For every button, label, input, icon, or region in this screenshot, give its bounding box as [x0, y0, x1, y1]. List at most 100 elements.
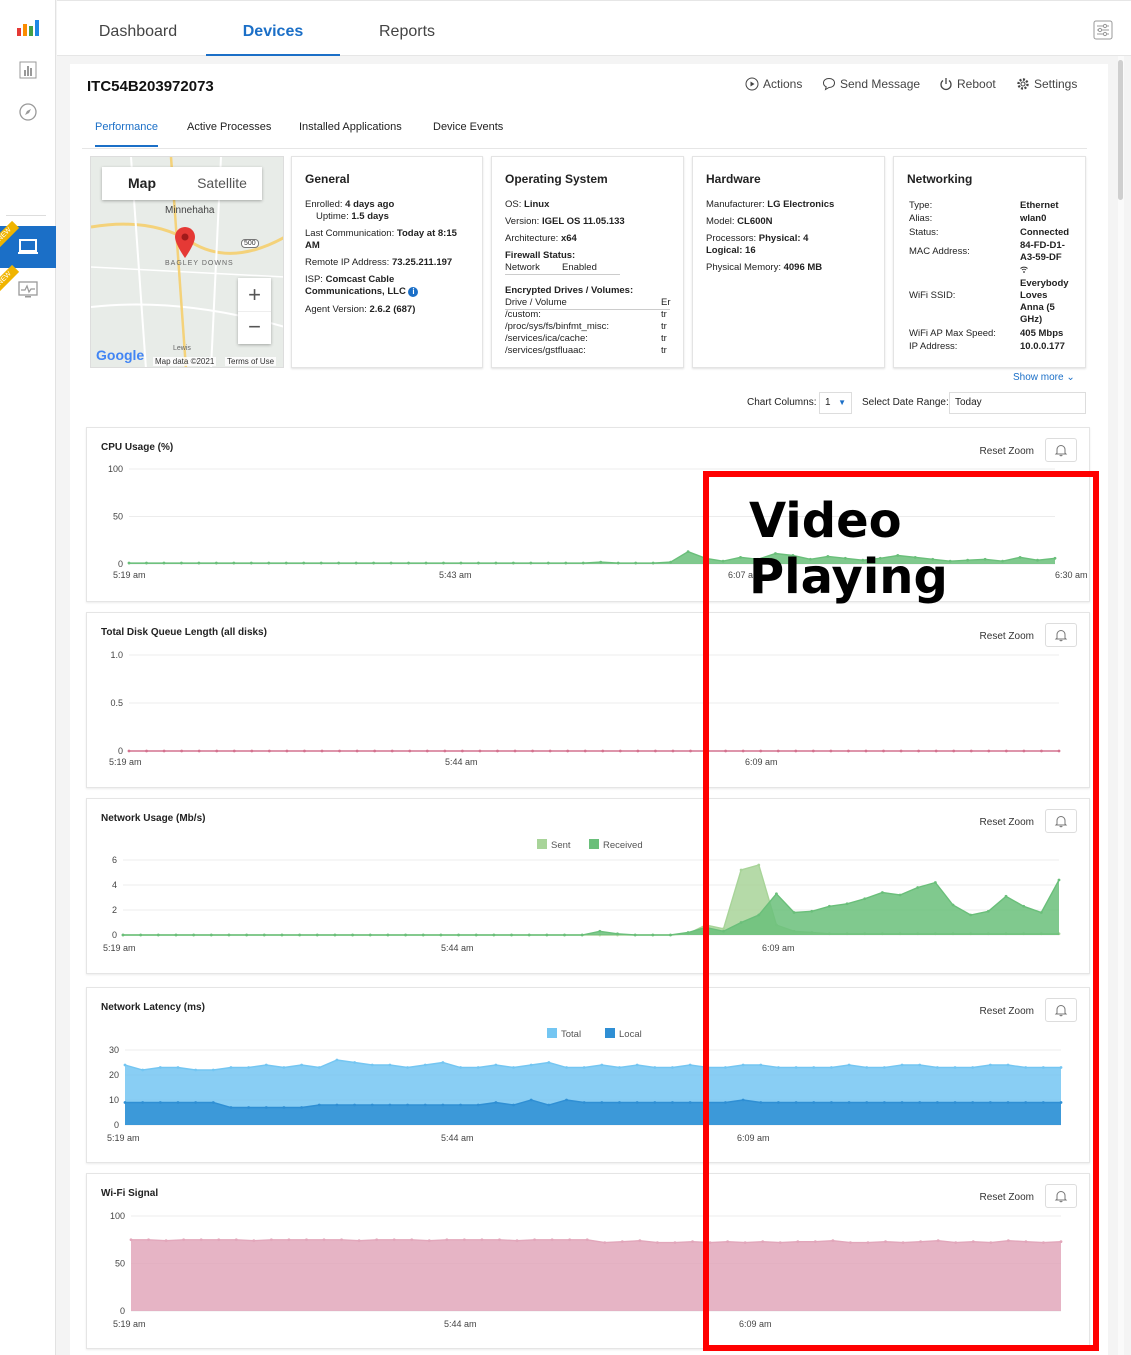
data-point[interactable]	[180, 749, 184, 753]
data-point[interactable]	[194, 1068, 198, 1072]
data-point[interactable]	[335, 1058, 339, 1062]
data-point[interactable]	[527, 933, 531, 937]
data-point[interactable]	[494, 1101, 498, 1104]
data-point[interactable]	[601, 749, 605, 753]
terms-of-use-link[interactable]: Terms of Use	[225, 357, 277, 366]
data-point[interactable]	[322, 1238, 326, 1242]
data-point[interactable]	[496, 749, 499, 753]
data-point[interactable]	[565, 1098, 568, 1102]
data-point[interactable]	[427, 1239, 431, 1243]
data-point[interactable]	[197, 561, 201, 565]
data-point[interactable]	[174, 933, 178, 937]
data-point[interactable]	[232, 749, 236, 753]
data-point[interactable]	[355, 749, 359, 753]
subtab-device-events[interactable]: Device Events	[433, 121, 503, 133]
data-point[interactable]	[267, 749, 271, 753]
data-point[interactable]	[423, 1063, 427, 1067]
data-point[interactable]	[351, 933, 354, 937]
data-point[interactable]	[529, 1098, 533, 1102]
data-point[interactable]	[651, 561, 655, 565]
data-point[interactable]	[388, 1103, 392, 1107]
data-point[interactable]	[269, 1238, 273, 1242]
data-point[interactable]	[671, 1101, 674, 1104]
data-point[interactable]	[583, 749, 587, 753]
data-point[interactable]	[264, 1063, 268, 1067]
data-point[interactable]	[199, 1238, 203, 1242]
data-point[interactable]	[547, 1061, 551, 1064]
data-point[interactable]	[145, 561, 148, 565]
data-point[interactable]	[194, 1101, 198, 1104]
satellite-button[interactable]: Satellite	[182, 167, 262, 200]
data-point[interactable]	[653, 1066, 657, 1069]
data-point[interactable]	[373, 749, 377, 753]
data-point[interactable]	[262, 933, 266, 937]
zoom-in-icon[interactable]: +	[238, 278, 271, 311]
data-point[interactable]	[320, 749, 324, 753]
data-point[interactable]	[315, 933, 319, 937]
data-point[interactable]	[357, 1239, 361, 1243]
data-point[interactable]	[147, 1238, 150, 1242]
data-point[interactable]	[656, 1241, 659, 1244]
tab-devices[interactable]: Devices	[206, 11, 340, 56]
data-point[interactable]	[252, 1239, 256, 1243]
data-point[interactable]	[370, 1103, 374, 1107]
data-point[interactable]	[164, 1239, 168, 1243]
data-point[interactable]	[267, 561, 271, 565]
data-point[interactable]	[459, 1103, 462, 1107]
data-point[interactable]	[671, 1066, 674, 1069]
data-point[interactable]	[669, 560, 673, 564]
data-point[interactable]	[319, 561, 323, 565]
data-point[interactable]	[264, 1106, 268, 1109]
data-point[interactable]	[474, 933, 478, 937]
data-point[interactable]	[280, 933, 284, 937]
reboot-button[interactable]: Reboot	[939, 77, 996, 91]
data-point[interactable]	[368, 933, 372, 937]
scrollbar-thumb[interactable]	[1118, 60, 1123, 200]
scrollbar-track[interactable]	[1118, 56, 1124, 1355]
data-point[interactable]	[317, 1066, 321, 1069]
data-point[interactable]	[303, 749, 306, 753]
data-point[interactable]	[404, 933, 407, 937]
data-point[interactable]	[691, 1240, 694, 1244]
data-point[interactable]	[620, 1240, 624, 1244]
zoom-out-icon[interactable]: −	[238, 311, 271, 344]
data-point[interactable]	[582, 1101, 586, 1104]
data-point[interactable]	[636, 749, 640, 753]
data-point[interactable]	[634, 561, 638, 565]
data-point[interactable]	[600, 1063, 604, 1067]
data-point[interactable]	[566, 749, 570, 753]
data-point[interactable]	[445, 1238, 449, 1242]
map-button[interactable]: Map	[102, 167, 182, 200]
data-point[interactable]	[390, 749, 394, 753]
data-point[interactable]	[145, 749, 148, 753]
data-point[interactable]	[370, 1063, 374, 1067]
data-point[interactable]	[300, 1106, 304, 1109]
data-point[interactable]	[234, 1238, 238, 1242]
data-point[interactable]	[529, 1063, 533, 1067]
data-point[interactable]	[282, 1066, 286, 1069]
data-point[interactable]	[250, 749, 254, 753]
data-point[interactable]	[529, 561, 533, 565]
data-point[interactable]	[338, 749, 341, 753]
data-point[interactable]	[372, 561, 376, 565]
data-point[interactable]	[618, 1066, 621, 1069]
data-point[interactable]	[211, 1101, 215, 1104]
data-point[interactable]	[407, 561, 410, 565]
subtab-performance[interactable]: Performance	[95, 121, 158, 147]
data-point[interactable]	[229, 1106, 233, 1109]
data-point[interactable]	[476, 1103, 480, 1107]
data-point[interactable]	[459, 1066, 462, 1069]
data-point[interactable]	[214, 561, 218, 565]
data-point[interactable]	[340, 1238, 343, 1242]
date-range-select[interactable]: Today	[949, 392, 1086, 414]
data-point[interactable]	[669, 933, 672, 937]
data-point[interactable]	[442, 561, 445, 565]
data-point[interactable]	[462, 1238, 466, 1242]
data-point[interactable]	[582, 1066, 586, 1069]
data-point[interactable]	[686, 931, 690, 934]
data-point[interactable]	[618, 1101, 621, 1104]
data-point[interactable]	[511, 561, 515, 565]
location-pin-icon[interactable]	[174, 227, 196, 259]
data-point[interactable]	[121, 933, 125, 937]
data-point[interactable]	[287, 1238, 291, 1242]
